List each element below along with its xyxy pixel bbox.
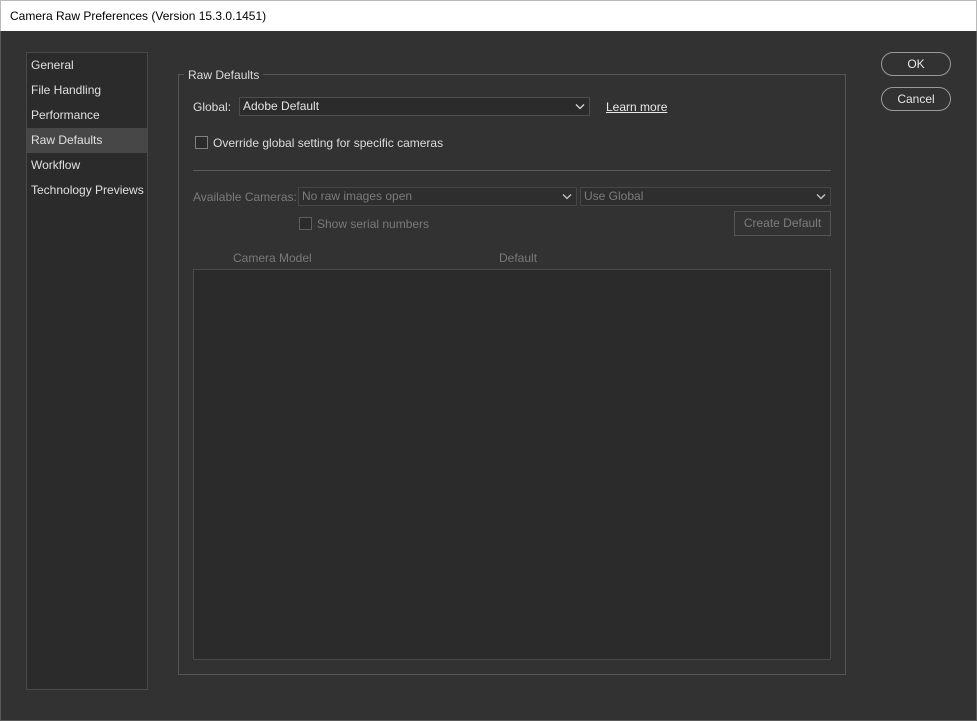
column-header-camera-model: Camera Model xyxy=(233,251,312,265)
sidebar-item-workflow[interactable]: Workflow xyxy=(27,153,147,178)
camera-setting-dropdown[interactable]: Use Global xyxy=(580,187,831,206)
override-label: Override global setting for specific cam… xyxy=(213,136,444,150)
raw-defaults-group-title: Raw Defaults xyxy=(184,67,264,83)
show-serial-label: Show serial numbers xyxy=(317,217,430,231)
column-header-default: Default xyxy=(499,251,538,265)
window-title: Camera Raw Preferences (Version 15.3.0.1… xyxy=(0,0,977,31)
available-cameras-dropdown[interactable]: No raw images open xyxy=(298,187,577,206)
chevron-down-icon xyxy=(575,99,585,114)
global-dropdown[interactable]: Adobe Default xyxy=(239,97,590,116)
show-serial-checkbox[interactable] xyxy=(299,217,312,230)
sidebar-item-performance[interactable]: Performance xyxy=(27,103,147,128)
create-default-button[interactable]: Create Default xyxy=(734,211,831,236)
camera-setting-value: Use Global xyxy=(584,189,644,203)
cancel-button[interactable]: Cancel xyxy=(881,87,951,111)
camera-defaults-table[interactable] xyxy=(193,269,831,660)
learn-more-link[interactable]: Learn more xyxy=(606,98,667,116)
sidebar-item-technology-previews[interactable]: Technology Previews xyxy=(27,178,147,203)
section-divider xyxy=(193,170,831,171)
available-cameras-label: Available Cameras: xyxy=(193,190,297,204)
ok-button[interactable]: OK xyxy=(881,52,951,76)
chevron-down-icon xyxy=(816,189,826,204)
preferences-sidebar: General File Handling Performance Raw De… xyxy=(26,52,148,690)
sidebar-item-raw-defaults[interactable]: Raw Defaults xyxy=(27,128,147,153)
available-cameras-value: No raw images open xyxy=(302,189,413,203)
chevron-down-icon xyxy=(562,189,572,204)
sidebar-item-general[interactable]: General xyxy=(27,53,147,78)
global-dropdown-value: Adobe Default xyxy=(243,99,320,113)
override-checkbox[interactable] xyxy=(195,136,208,149)
sidebar-item-file-handling[interactable]: File Handling xyxy=(27,78,147,103)
global-label: Global: xyxy=(193,100,232,114)
